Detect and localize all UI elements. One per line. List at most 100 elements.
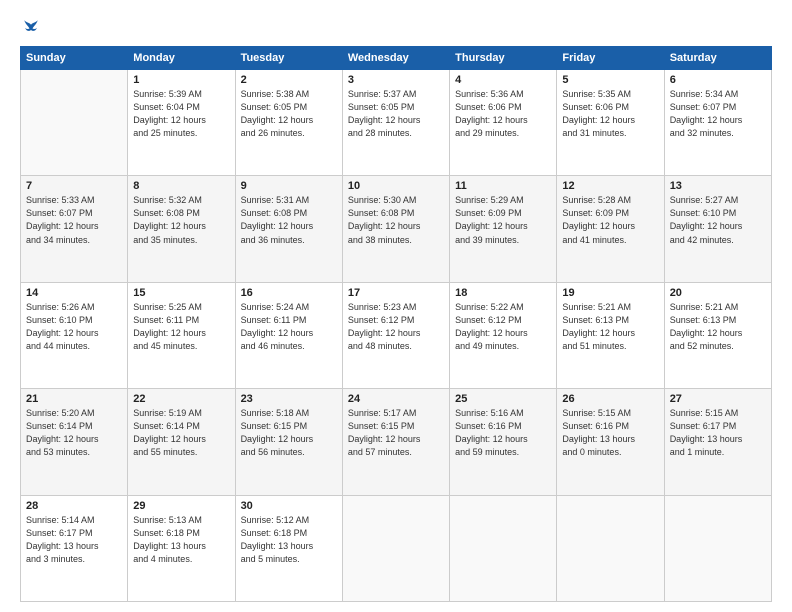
calendar-cell: 9 Sunrise: 5:31 AM Sunset: 6:08 PM Daylig… [235, 176, 342, 282]
col-header-wednesday: Wednesday [342, 47, 449, 70]
calendar: SundayMondayTuesdayWednesdayThursdayFrid… [20, 46, 772, 602]
day-number: 22 [133, 393, 229, 405]
day-info: Sunrise: 5:18 AM Sunset: 6:15 PM Dayligh… [241, 407, 337, 459]
calendar-cell: 1 Sunrise: 5:39 AM Sunset: 6:04 PM Daylig… [128, 70, 235, 176]
day-number: 18 [455, 287, 551, 299]
day-number: 14 [26, 287, 122, 299]
day-number: 19 [562, 287, 658, 299]
day-number: 6 [670, 74, 766, 86]
day-info: Sunrise: 5:36 AM Sunset: 6:06 PM Dayligh… [455, 88, 551, 140]
day-info: Sunrise: 5:22 AM Sunset: 6:12 PM Dayligh… [455, 301, 551, 353]
day-info: Sunrise: 5:26 AM Sunset: 6:10 PM Dayligh… [26, 301, 122, 353]
logo-text [20, 18, 41, 36]
col-header-thursday: Thursday [450, 47, 557, 70]
day-info: Sunrise: 5:29 AM Sunset: 6:09 PM Dayligh… [455, 194, 551, 246]
calendar-cell: 8Sunrise: 5:32 AM Sunset: 6:08 PM Daylig… [128, 176, 235, 282]
day-info: Sunrise: 5:13 AM Sunset: 6:18 PM Dayligh… [133, 514, 229, 566]
calendar-cell: 6 Sunrise: 5:34 AM Sunset: 6:07 PM Daylig… [664, 70, 771, 176]
page: SundayMondayTuesdayWednesdayThursdayFrid… [0, 0, 792, 612]
calendar-header-row: SundayMondayTuesdayWednesdayThursdayFrid… [21, 47, 772, 70]
calendar-cell: 5 Sunrise: 5:35 AM Sunset: 6:06 PM Daylig… [557, 70, 664, 176]
day-info: Sunrise: 5:21 AM Sunset: 6:13 PM Dayligh… [670, 301, 766, 353]
day-info: Sunrise: 5:27 AM Sunset: 6:10 PM Dayligh… [670, 194, 766, 246]
calendar-cell: 22 Sunrise: 5:19 AM Sunset: 6:14 PM Dayli… [128, 389, 235, 495]
calendar-cell: 18 Sunrise: 5:22 AM Sunset: 6:12 PM Dayli… [450, 282, 557, 388]
calendar-week-row: 1 Sunrise: 5:39 AM Sunset: 6:04 PM Daylig… [21, 70, 772, 176]
day-number: 30 [241, 500, 337, 512]
day-info: Sunrise: 5:34 AM Sunset: 6:07 PM Dayligh… [670, 88, 766, 140]
calendar-cell: 27 Sunrise: 5:15 AM Sunset: 6:17 PM Dayli… [664, 389, 771, 495]
day-info: Sunrise: 5:30 AM Sunset: 6:08 PM Dayligh… [348, 194, 444, 246]
calendar-cell: 16 Sunrise: 5:24 AM Sunset: 6:11 PM Dayli… [235, 282, 342, 388]
day-number: 24 [348, 393, 444, 405]
day-info: Sunrise: 5:39 AM Sunset: 6:04 PM Dayligh… [133, 88, 229, 140]
day-info: Sunrise: 5:25 AM Sunset: 6:11 PM Dayligh… [133, 301, 229, 353]
day-info: Sunrise: 5:38 AM Sunset: 6:05 PM Dayligh… [241, 88, 337, 140]
logo-bird-icon [22, 18, 40, 36]
day-info: Sunrise: 5:15 AM Sunset: 6:17 PM Dayligh… [670, 407, 766, 459]
day-number: 21 [26, 393, 122, 405]
col-header-sunday: Sunday [21, 47, 128, 70]
day-number: 27 [670, 393, 766, 405]
day-number: 11 [455, 180, 551, 192]
day-number: 23 [241, 393, 337, 405]
calendar-week-row: 7 Sunrise: 5:33 AM Sunset: 6:07 PM Daylig… [21, 176, 772, 282]
day-number: 5 [562, 74, 658, 86]
col-header-saturday: Saturday [664, 47, 771, 70]
calendar-cell: 17 Sunrise: 5:23 AM Sunset: 6:12 PM Dayli… [342, 282, 449, 388]
calendar-cell: 24 Sunrise: 5:17 AM Sunset: 6:15 PM Dayli… [342, 389, 449, 495]
calendar-cell: 4Sunrise: 5:36 AM Sunset: 6:06 PM Daylig… [450, 70, 557, 176]
day-number: 13 [670, 180, 766, 192]
day-info: Sunrise: 5:14 AM Sunset: 6:17 PM Dayligh… [26, 514, 122, 566]
day-info: Sunrise: 5:21 AM Sunset: 6:13 PM Dayligh… [562, 301, 658, 353]
day-number: 10 [348, 180, 444, 192]
day-info: Sunrise: 5:16 AM Sunset: 6:16 PM Dayligh… [455, 407, 551, 459]
calendar-cell: 19 Sunrise: 5:21 AM Sunset: 6:13 PM Dayli… [557, 282, 664, 388]
day-number: 26 [562, 393, 658, 405]
calendar-cell [21, 70, 128, 176]
calendar-cell [664, 495, 771, 601]
day-number: 15 [133, 287, 229, 299]
day-number: 25 [455, 393, 551, 405]
day-number: 16 [241, 287, 337, 299]
calendar-cell: 2 Sunrise: 5:38 AM Sunset: 6:05 PM Daylig… [235, 70, 342, 176]
day-info: Sunrise: 5:28 AM Sunset: 6:09 PM Dayligh… [562, 194, 658, 246]
calendar-cell: 12 Sunrise: 5:28 AM Sunset: 6:09 PM Dayli… [557, 176, 664, 282]
day-info: Sunrise: 5:19 AM Sunset: 6:14 PM Dayligh… [133, 407, 229, 459]
day-number: 28 [26, 500, 122, 512]
calendar-cell: 7 Sunrise: 5:33 AM Sunset: 6:07 PM Daylig… [21, 176, 128, 282]
calendar-cell: 11 Sunrise: 5:29 AM Sunset: 6:09 PM Dayli… [450, 176, 557, 282]
calendar-cell: 14 Sunrise: 5:26 AM Sunset: 6:10 PM Dayli… [21, 282, 128, 388]
calendar-cell: 13 Sunrise: 5:27 AM Sunset: 6:10 PM Dayli… [664, 176, 771, 282]
header [20, 18, 772, 36]
calendar-cell: 25 Sunrise: 5:16 AM Sunset: 6:16 PM Dayli… [450, 389, 557, 495]
day-number: 1 [133, 74, 229, 86]
calendar-cell: 3Sunrise: 5:37 AM Sunset: 6:05 PM Daylig… [342, 70, 449, 176]
day-number: 20 [670, 287, 766, 299]
calendar-cell [450, 495, 557, 601]
day-number: 7 [26, 180, 122, 192]
day-info: Sunrise: 5:33 AM Sunset: 6:07 PM Dayligh… [26, 194, 122, 246]
day-info: Sunrise: 5:24 AM Sunset: 6:11 PM Dayligh… [241, 301, 337, 353]
col-header-tuesday: Tuesday [235, 47, 342, 70]
calendar-week-row: 28 Sunrise: 5:14 AM Sunset: 6:17 PM Dayli… [21, 495, 772, 601]
day-info: Sunrise: 5:23 AM Sunset: 6:12 PM Dayligh… [348, 301, 444, 353]
day-info: Sunrise: 5:12 AM Sunset: 6:18 PM Dayligh… [241, 514, 337, 566]
logo [20, 18, 41, 36]
day-info: Sunrise: 5:20 AM Sunset: 6:14 PM Dayligh… [26, 407, 122, 459]
day-number: 8 [133, 180, 229, 192]
day-number: 12 [562, 180, 658, 192]
day-number: 3 [348, 74, 444, 86]
day-number: 2 [241, 74, 337, 86]
calendar-cell: 10 Sunrise: 5:30 AM Sunset: 6:08 PM Dayli… [342, 176, 449, 282]
day-info: Sunrise: 5:31 AM Sunset: 6:08 PM Dayligh… [241, 194, 337, 246]
day-info: Sunrise: 5:15 AM Sunset: 6:16 PM Dayligh… [562, 407, 658, 459]
day-info: Sunrise: 5:35 AM Sunset: 6:06 PM Dayligh… [562, 88, 658, 140]
day-number: 9 [241, 180, 337, 192]
calendar-cell: 28 Sunrise: 5:14 AM Sunset: 6:17 PM Dayli… [21, 495, 128, 601]
day-info: Sunrise: 5:17 AM Sunset: 6:15 PM Dayligh… [348, 407, 444, 459]
calendar-cell: 20 Sunrise: 5:21 AM Sunset: 6:13 PM Dayli… [664, 282, 771, 388]
col-header-friday: Friday [557, 47, 664, 70]
calendar-cell: 30 Sunrise: 5:12 AM Sunset: 6:18 PM Dayli… [235, 495, 342, 601]
day-number: 17 [348, 287, 444, 299]
